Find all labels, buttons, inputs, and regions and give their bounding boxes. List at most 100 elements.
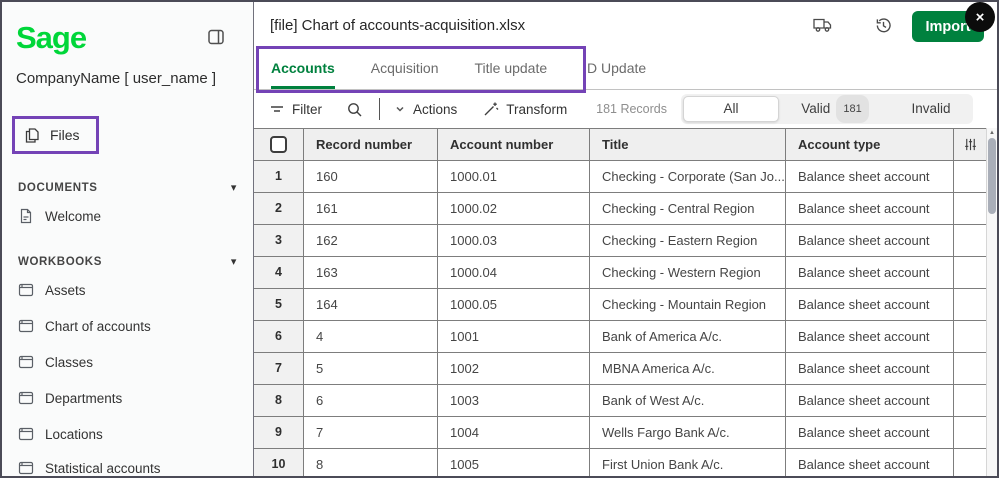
cell-account-number[interactable]: 1004 [438, 417, 590, 449]
history-icon[interactable] [874, 16, 896, 36]
search-icon[interactable] [346, 101, 363, 118]
cell-title[interactable]: Checking - Mountain Region [590, 289, 786, 321]
row-number[interactable]: 3 [254, 225, 304, 257]
files-button[interactable]: Files [12, 116, 99, 154]
cell-spacer [954, 193, 986, 225]
column-header-account-number[interactable]: Account number [438, 129, 590, 161]
cell-account-type[interactable]: Balance sheet account [786, 321, 954, 353]
cell-account-number[interactable]: 1005 [438, 449, 590, 476]
row-number[interactable]: 1 [254, 161, 304, 193]
sidebar-item-chart-of-accounts[interactable]: Chart of accounts [18, 318, 151, 334]
close-button[interactable]: × [965, 2, 995, 32]
cell-account-number[interactable]: 1003 [438, 385, 590, 417]
cell-account-type[interactable]: Balance sheet account [786, 417, 954, 449]
segment-invalid[interactable]: Invalid [891, 96, 971, 122]
cell-title[interactable]: MBNA America A/c. [590, 353, 786, 385]
cell-account-type[interactable]: Balance sheet account [786, 193, 954, 225]
truck-icon[interactable] [812, 16, 834, 36]
sidebar-section-documents[interactable]: DOCUMENTS ▾ [18, 181, 237, 195]
sidebar-toggle-icon[interactable] [207, 28, 225, 46]
tab-accounts[interactable]: Accounts [271, 60, 335, 89]
cell-account-type[interactable]: Balance sheet account [786, 257, 954, 289]
cell-account-number[interactable]: 1000.03 [438, 225, 590, 257]
cell-title[interactable]: Checking - Corporate (San Jo... [590, 161, 786, 193]
cell-title[interactable]: Checking - Central Region [590, 193, 786, 225]
actions-label: Actions [413, 101, 458, 117]
cell-account-number[interactable]: 1000.04 [438, 257, 590, 289]
cell-account-type[interactable]: Balance sheet account [786, 385, 954, 417]
cell-record-number[interactable]: 162 [304, 225, 438, 257]
scrollbar-thumb[interactable] [988, 138, 996, 214]
segment-label: Invalid [911, 101, 951, 116]
column-header-title[interactable]: Title [590, 129, 786, 161]
segment-all[interactable]: All [683, 96, 779, 122]
vertical-scrollbar[interactable]: ▲ [986, 128, 997, 476]
cell-account-number[interactable]: 1001 [438, 321, 590, 353]
row-number[interactable]: 10 [254, 449, 304, 476]
actions-button[interactable]: Actions [394, 102, 457, 117]
select-all-checkbox[interactable] [270, 136, 287, 153]
cell-title[interactable]: Wells Fargo Bank A/c. [590, 417, 786, 449]
sidebar-item-departments[interactable]: Departments [18, 390, 122, 406]
column-header-account-type[interactable]: Account type [786, 129, 954, 161]
cell-account-type[interactable]: Balance sheet account [786, 353, 954, 385]
cell-title[interactable]: Bank of America A/c. [590, 321, 786, 353]
transform-button[interactable]: Transform [483, 101, 567, 117]
cell-record-number[interactable]: 4 [304, 321, 438, 353]
row-number[interactable]: 5 [254, 289, 304, 321]
cell-record-number[interactable]: 160 [304, 161, 438, 193]
sidebar-item-label: Classes [45, 354, 94, 370]
row-number[interactable]: 4 [254, 257, 304, 289]
sidebar-item-locations[interactable]: Locations [18, 426, 103, 442]
table-row: 7 5 1002 MBNA America A/c. Balance sheet… [254, 353, 986, 385]
cell-account-type[interactable]: Balance sheet account [786, 289, 954, 321]
sidebar-item-classes[interactable]: Classes [18, 354, 93, 370]
cell-record-number[interactable]: 5 [304, 353, 438, 385]
cell-record-number[interactable]: 8 [304, 449, 438, 476]
tab-title-update[interactable]: Title update [475, 60, 548, 89]
sidebar-item-label: Chart of accounts [45, 318, 151, 334]
cell-record-number[interactable]: 6 [304, 385, 438, 417]
cell-account-number[interactable]: 1000.02 [438, 193, 590, 225]
cell-account-type[interactable]: Balance sheet account [786, 225, 954, 257]
cell-record-number[interactable]: 163 [304, 257, 438, 289]
cell-title[interactable]: Checking - Eastern Region [590, 225, 786, 257]
table-row: 2 161 1000.02 Checking - Central Region … [254, 193, 986, 225]
column-header-record-number[interactable]: Record number [304, 129, 438, 161]
cell-record-number[interactable]: 161 [304, 193, 438, 225]
cell-account-number[interactable]: 1000.01 [438, 161, 590, 193]
cell-account-number[interactable]: 1002 [438, 353, 590, 385]
cell-account-number[interactable]: 1000.05 [438, 289, 590, 321]
wand-icon [483, 101, 499, 117]
sidebar-item-label: Welcome [45, 208, 102, 224]
workbook-icon [18, 282, 34, 298]
tab-acquisition[interactable]: Acquisition [371, 60, 439, 89]
segment-valid[interactable]: Valid 181 [779, 95, 891, 123]
filter-button[interactable]: Filter [269, 102, 322, 117]
tab-id-update[interactable]: ID Update [583, 60, 646, 89]
cell-record-number[interactable]: 7 [304, 417, 438, 449]
chevron-down-icon [394, 103, 406, 115]
cell-spacer [954, 289, 986, 321]
cell-title[interactable]: Checking - Western Region [590, 257, 786, 289]
sidebar-item-welcome[interactable]: Welcome [18, 208, 101, 224]
validity-segmented-control: All Valid 181 Invalid [681, 94, 973, 124]
column-settings-icon[interactable] [963, 137, 978, 152]
row-number[interactable]: 9 [254, 417, 304, 449]
row-number[interactable]: 8 [254, 385, 304, 417]
sidebar-item-assets[interactable]: Assets [18, 282, 86, 298]
scroll-up-icon[interactable]: ▲ [987, 130, 997, 136]
sidebar-section-workbooks[interactable]: WORKBOOKS ▾ [18, 255, 237, 269]
cell-title[interactable]: First Union Bank A/c. [590, 449, 786, 476]
cell-title[interactable]: Bank of West A/c. [590, 385, 786, 417]
row-number[interactable]: 6 [254, 321, 304, 353]
cell-account-type[interactable]: Balance sheet account [786, 449, 954, 476]
row-number[interactable]: 2 [254, 193, 304, 225]
sidebar-item-statistical-accounts[interactable]: Statistical accounts [18, 460, 161, 476]
cell-account-type[interactable]: Balance sheet account [786, 161, 954, 193]
row-number[interactable]: 7 [254, 353, 304, 385]
cell-spacer [954, 321, 986, 353]
main-panel: [file] Chart of accounts-acquisition.xls… [254, 2, 997, 476]
cell-record-number[interactable]: 164 [304, 289, 438, 321]
select-all-cell [254, 129, 304, 161]
